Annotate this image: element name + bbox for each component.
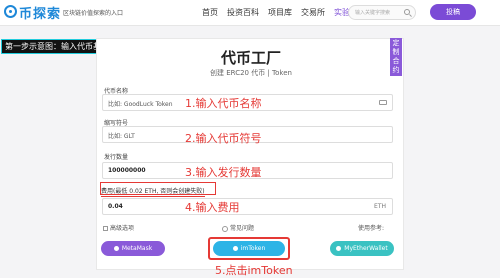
custom-contract-tab[interactable]: 定制合约 bbox=[390, 38, 402, 76]
supply-label: 发行数量 bbox=[104, 154, 129, 161]
search-input[interactable]: 输入关键字搜索 bbox=[348, 5, 416, 20]
myetherwallet-label: MyEtherWallet bbox=[344, 245, 388, 252]
logo-text[interactable]: 币探索 bbox=[19, 3, 61, 22]
metamask-label: MetaMask bbox=[121, 245, 153, 252]
nav-item-wiki[interactable]: 投资百科 bbox=[227, 7, 259, 18]
page-title: 代币工厂 bbox=[220, 49, 281, 67]
annotation-step4: 4.输入费用 bbox=[185, 201, 240, 214]
imtoken-label: imToken bbox=[240, 245, 266, 252]
annotation-step5: 5.点击imToken bbox=[215, 264, 293, 277]
supply-value: 100000000 bbox=[108, 167, 146, 174]
imtoken-icon bbox=[232, 246, 238, 251]
site-slogan: 区块链价值探索的入口 bbox=[63, 10, 124, 17]
faq-link[interactable]: 常见问题 bbox=[222, 223, 254, 232]
help-icon bbox=[222, 225, 228, 232]
nav-item-exchanges[interactable]: 交易所 bbox=[301, 7, 325, 18]
fee-unit: ETH bbox=[374, 203, 386, 210]
search-placeholder: 输入关键字搜索 bbox=[355, 10, 391, 16]
annotation-step1: 1.输入代币名称 bbox=[185, 97, 262, 110]
logo-icon[interactable] bbox=[4, 5, 17, 18]
token-name-placeholder: 比如: GoodLuck Token bbox=[108, 101, 173, 108]
myetherwallet-icon bbox=[336, 246, 342, 251]
myetherwallet-button[interactable]: MyEtherWallet bbox=[330, 241, 394, 256]
nav-item-projects[interactable]: 项目库 bbox=[268, 7, 292, 18]
fee-value: 0.04 bbox=[108, 203, 123, 210]
fee-field[interactable]: 0.04 ETH bbox=[102, 198, 393, 215]
top-nav-bar: 币探索 区块链价值探索的入口 首页 投资百科 项目库 交易所 实验室 输入关键字… bbox=[0, 0, 500, 26]
post-button[interactable]: 投稿 bbox=[430, 4, 476, 20]
main-nav: 首页 投资百科 项目库 交易所 实验室 bbox=[202, 7, 358, 18]
nav-item-home[interactable]: 首页 bbox=[202, 7, 218, 18]
annotation-step3: 3.输入发行数量 bbox=[185, 166, 262, 179]
metamask-icon bbox=[113, 246, 119, 251]
imtoken-button[interactable]: imToken bbox=[213, 241, 285, 256]
search-icon[interactable] bbox=[404, 9, 410, 15]
token-symbol-placeholder: 比如: GLT bbox=[108, 133, 135, 140]
advanced-options-label: 高级选项 bbox=[110, 225, 135, 232]
annotation-step2: 2.输入代币符号 bbox=[185, 132, 262, 145]
keyboard-icon bbox=[379, 100, 387, 105]
fee-label: 费用(最低 0.02 ETH, 否则会创建失败) bbox=[101, 188, 205, 197]
post-button-label: 投稿 bbox=[446, 8, 460, 16]
faq-label: 常见问题 bbox=[230, 225, 255, 232]
checkbox-icon[interactable] bbox=[103, 226, 108, 231]
page-subtitle: 创建 ERC20 代币 | Token bbox=[210, 69, 292, 77]
metamask-button[interactable]: MetaMask bbox=[101, 241, 165, 256]
reference-label: 使用参考: bbox=[358, 225, 385, 232]
advanced-options[interactable]: 高级选项 bbox=[103, 223, 134, 232]
token-factory-card: 代币工厂 创建 ERC20 代币 | Token bbox=[96, 38, 404, 270]
